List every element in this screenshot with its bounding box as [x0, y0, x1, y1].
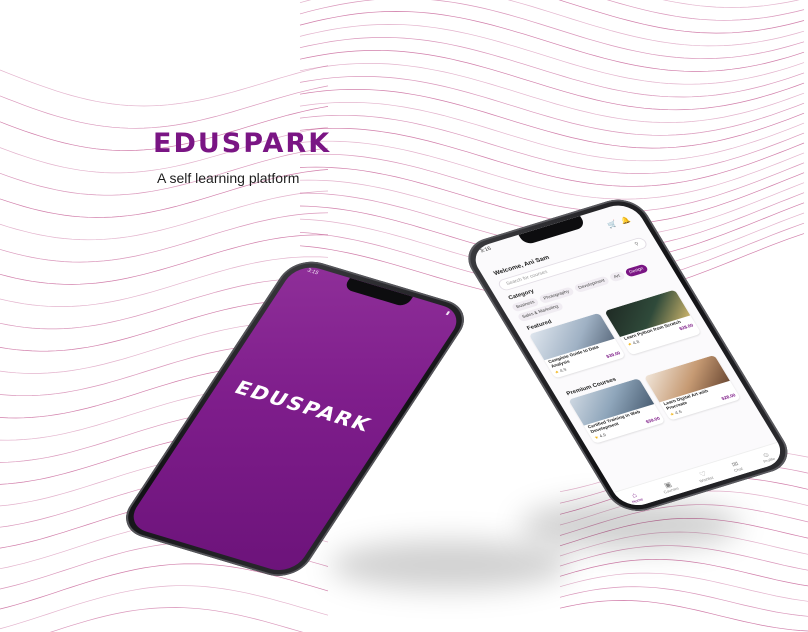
wave-line	[559, 558, 808, 587]
bell-icon[interactable]: 🔔	[619, 216, 632, 226]
cart-icon[interactable]: 🛒	[606, 220, 619, 230]
premium-cards: Certified Training in Web Development ★ …	[568, 354, 741, 444]
wave-line	[662, 0, 800, 8]
course-rating: 4.6	[673, 409, 683, 416]
nav-label: Chat	[732, 466, 744, 473]
header-icons: 🛒 🔔	[606, 216, 632, 230]
nav-wishlist[interactable]: ♡ Wishlist	[694, 468, 714, 483]
splash-logo: EDUSPARK	[229, 377, 376, 437]
status-time: 3:16	[479, 246, 493, 255]
wave-line	[0, 85, 329, 129]
brand-tagline: A self learning platform	[157, 170, 300, 186]
wave-line	[559, 572, 808, 602]
wave-line	[49, 607, 304, 632]
course-rating: 4.8	[631, 339, 641, 346]
course-rating: 4.9	[558, 366, 568, 374]
wave-line	[0, 234, 329, 285]
wave-line	[0, 212, 329, 263]
wave-line	[299, 127, 805, 187]
course-price: $39.00	[644, 415, 662, 425]
wave-line	[299, 101, 805, 162]
search-placeholder: Search for courses	[505, 269, 549, 287]
wave-line	[299, 153, 805, 213]
course-price: $39.00	[605, 350, 622, 360]
wave-line	[299, 0, 805, 47]
category-chip[interactable]: Development	[572, 275, 611, 294]
wave-line	[0, 190, 329, 241]
course-rating: 4.9	[598, 432, 608, 439]
nav-home[interactable]: ⌂ Home	[627, 490, 644, 504]
wave-line	[0, 65, 329, 107]
wave-line	[299, 140, 805, 200]
wave-line	[299, 50, 805, 111]
nav-chat[interactable]: ✉ Chat	[729, 459, 744, 473]
wave-line	[299, 24, 805, 85]
category-chip-active[interactable]: Design	[623, 263, 650, 278]
nav-profile[interactable]: ☺ Profile	[758, 449, 776, 463]
wave-line	[299, 0, 805, 60]
wave-line	[299, 88, 805, 149]
wave-line	[559, 600, 808, 632]
wave-line	[0, 585, 329, 630]
status-time: 3:15	[305, 268, 320, 276]
course-price: $28.00	[720, 392, 737, 402]
wave-line	[558, 0, 805, 34]
wave-line	[299, 76, 805, 136]
wave-line	[606, 0, 805, 21]
phone-shadow	[330, 540, 570, 590]
search-icon[interactable]: ⚲	[634, 242, 640, 248]
nav-courses[interactable]: ▣ Courses	[658, 479, 679, 494]
battery-icon: ▮	[444, 310, 451, 317]
category-chip[interactable]: Art	[608, 270, 626, 283]
brand-title: EDUSPARK	[153, 128, 332, 159]
